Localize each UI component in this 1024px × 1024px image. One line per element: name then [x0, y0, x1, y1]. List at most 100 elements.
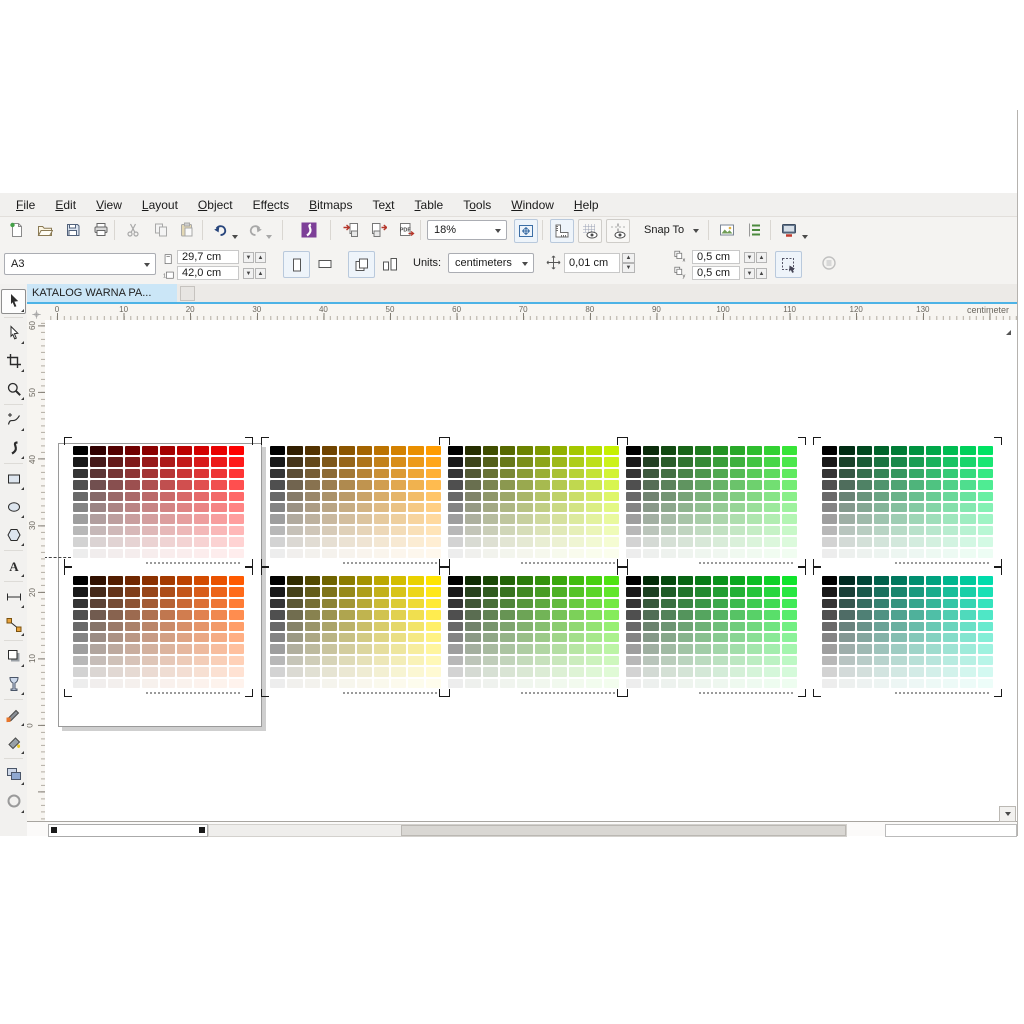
publish-pdf-button[interactable]: PDF	[396, 219, 418, 241]
vertical-ruler[interactable]: centimeters 6050403020100	[27, 320, 46, 822]
import-button[interactable]	[340, 219, 362, 241]
swatch-grid-vivid-green[interactable]	[626, 576, 797, 688]
show-rulers-button[interactable]	[550, 219, 574, 243]
eyedropper-tool[interactable]	[2, 704, 25, 727]
wrap-text-button[interactable]	[818, 252, 840, 274]
zoom-level-combo[interactable]: 18%	[427, 220, 507, 240]
page-width-spinner[interactable]: ▼▲	[242, 252, 266, 263]
duplicate-x-spinner[interactable]: ▼▲	[743, 252, 767, 263]
new-tab-button[interactable]	[180, 286, 195, 301]
outline-tool[interactable]	[2, 791, 25, 814]
show-guidelines-button[interactable]	[606, 219, 630, 243]
swatch-cell	[357, 537, 372, 546]
freehand-tool[interactable]	[2, 409, 25, 432]
page-navigator[interactable]	[48, 824, 208, 837]
show-grid-button[interactable]	[578, 219, 602, 243]
horizontal-scrollbar-thumb[interactable]	[401, 825, 846, 836]
menu-window[interactable]: Window	[501, 195, 564, 215]
menu-edit[interactable]: Edit	[45, 195, 86, 215]
vertical-scroll-down-button[interactable]	[999, 806, 1016, 822]
presentation-button[interactable]	[778, 219, 800, 241]
menu-tools[interactable]: Tools	[453, 195, 501, 215]
pick-tool[interactable]	[1, 289, 26, 314]
text-tool[interactable]: A	[2, 555, 25, 578]
guideline-dash[interactable]	[45, 557, 71, 558]
redo-button[interactable]	[244, 219, 266, 241]
snap-to-button[interactable]: Snap To	[644, 224, 699, 236]
duplicate-x-field[interactable]: 0,5 cm	[692, 250, 740, 264]
nudge-field[interactable]: 0,01 cm	[564, 253, 620, 273]
menu-file[interactable]: File	[6, 195, 45, 215]
menu-view[interactable]: View	[86, 195, 132, 215]
page-height-field[interactable]: 42,0 cm	[177, 266, 239, 280]
portrait-button[interactable]	[283, 251, 310, 278]
export-button[interactable]	[368, 219, 390, 241]
menu-layout[interactable]: Layout	[132, 195, 188, 215]
connector-tool[interactable]	[2, 614, 25, 637]
save-button[interactable]	[62, 219, 84, 241]
artistic-media-tool[interactable]	[2, 437, 25, 460]
menu-table[interactable]: Table	[405, 195, 454, 215]
ruler-origin[interactable]	[27, 304, 45, 321]
menu-object[interactable]: Object	[188, 195, 243, 215]
interactive-fill-tool[interactable]	[2, 763, 25, 786]
zoom-fit-page-button[interactable]	[514, 219, 538, 243]
page-width-field[interactable]: 29,7 cm	[177, 250, 239, 264]
menu-bar: FileEditViewLayoutObjectEffectsBitmapsTe…	[0, 193, 1017, 217]
presentation-dropdown[interactable]	[802, 226, 812, 236]
treat-as-filled-button[interactable]	[775, 251, 802, 278]
page-preset-combo[interactable]: A3	[4, 253, 156, 275]
ellipse-tool[interactable]	[2, 496, 25, 519]
print-button[interactable]	[90, 219, 112, 241]
undo-dropdown[interactable]	[232, 226, 242, 236]
swatch-grid-spring-green[interactable]	[822, 446, 993, 558]
rectangle-tool[interactable]	[2, 468, 25, 491]
current-page-button[interactable]	[377, 251, 402, 276]
options-button[interactable]	[716, 219, 738, 241]
landscape-button[interactable]	[312, 251, 337, 276]
open-button[interactable]	[34, 219, 56, 241]
swatch-cell	[108, 610, 123, 619]
units-combo[interactable]: centimeters	[448, 253, 534, 273]
zoom-tool[interactable]	[2, 378, 25, 401]
page-height-spinner[interactable]: ▼▲	[242, 268, 266, 279]
fill-tool[interactable]	[2, 732, 25, 755]
redo-dropdown[interactable]	[266, 226, 276, 236]
dimension-tool[interactable]	[2, 586, 25, 609]
cut-button[interactable]	[122, 219, 144, 241]
crop-tool[interactable]	[2, 350, 25, 373]
horizontal-scrollbar[interactable]	[208, 824, 847, 837]
swatch-grid-lime-green[interactable]	[448, 576, 619, 688]
menu-help[interactable]: Help	[564, 195, 609, 215]
duplicate-y-field[interactable]: 0,5 cm	[692, 266, 740, 280]
menu-text[interactable]: Text	[362, 195, 404, 215]
all-pages-button[interactable]	[348, 251, 375, 278]
swatch-grid-turquoise[interactable]	[822, 576, 993, 688]
drawing-canvas[interactable]	[45, 320, 1017, 822]
copy-button[interactable]	[150, 219, 172, 241]
menu-effects[interactable]: Effects	[243, 195, 300, 215]
polygon-tool[interactable]	[2, 524, 25, 547]
swatch-grid-red[interactable]	[73, 446, 244, 558]
menu-bitmaps[interactable]: Bitmaps	[299, 195, 362, 215]
shape-tool[interactable]	[2, 322, 25, 345]
swatch-grid-orange[interactable]	[270, 446, 441, 558]
swatch-grid-chartreuse[interactable]	[448, 446, 619, 558]
transparency-tool[interactable]	[2, 673, 25, 696]
drop-shadow-tool[interactable]	[2, 645, 25, 668]
horizontal-ruler[interactable]: centimeter 01020304050607080901001101201…	[45, 304, 1017, 321]
swatch-cell	[90, 480, 105, 489]
swatch-cell	[177, 469, 192, 478]
undo-button[interactable]	[210, 219, 232, 241]
swatch-cell	[73, 633, 88, 642]
search-content-button[interactable]	[298, 219, 320, 241]
paste-button[interactable]	[176, 219, 198, 241]
swatch-grid-yellow[interactable]	[270, 576, 441, 688]
nudge-spinner[interactable]: ▲▼	[622, 253, 635, 273]
new-document-button[interactable]	[6, 219, 28, 241]
document-tab[interactable]: KATALOG WARNA PA...	[27, 284, 177, 302]
swatch-grid-green[interactable]	[626, 446, 797, 558]
swatch-grid-orange-red[interactable]	[73, 576, 244, 688]
duplicate-y-spinner[interactable]: ▼▲	[743, 268, 767, 279]
view-options-button[interactable]	[744, 219, 766, 241]
